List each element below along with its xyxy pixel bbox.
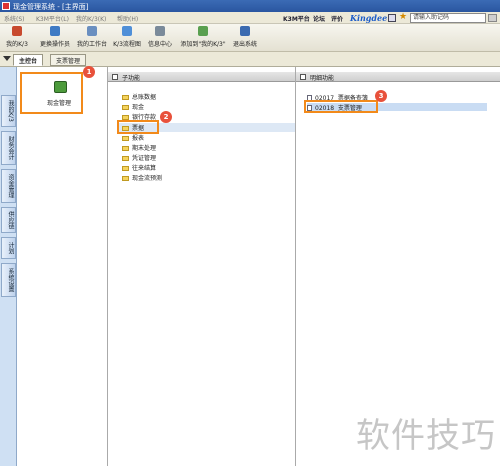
mnemonic-search-input[interactable]: 请输入助记码 — [410, 13, 486, 23]
list-item-label: 现金 — [132, 104, 145, 111]
list-item-label: 总账数据 — [132, 94, 157, 101]
my-k3-icon — [12, 26, 22, 36]
menu-help[interactable]: 帮助(H) — [117, 14, 138, 23]
expand-icon[interactable] — [300, 74, 306, 80]
search-go-button[interactable] — [488, 14, 497, 22]
step-badge-3: 3 — [375, 90, 387, 102]
tab-bar: 主控台 支票管理 — [0, 52, 500, 67]
flowchart-icon — [122, 26, 132, 36]
tab-check-management[interactable]: 支票管理 — [50, 54, 87, 66]
add-favorite-icon — [198, 26, 208, 36]
detail-function-title: 明细功能 — [310, 75, 335, 82]
list-item[interactable]: 期末处理 — [122, 143, 156, 152]
folder-icon — [122, 166, 129, 171]
switch-operator-button[interactable]: 更换操作员 — [38, 26, 72, 50]
list-item-label: 往来结算 — [132, 165, 157, 172]
menu-system[interactable]: 系统(S) — [4, 14, 25, 23]
exit-icon — [240, 26, 250, 36]
k3-flowchart-label: K/3流程图 — [113, 41, 141, 48]
list-item-label: 凭证管理 — [132, 155, 157, 162]
title-bar: 现金管理系统 - [主界面] — [0, 0, 500, 12]
exit-system-button[interactable]: 退出系统 — [231, 26, 259, 50]
module-panel: 现金管理 1 — [17, 66, 108, 466]
star-icon[interactable]: ★ — [399, 12, 407, 22]
menu-my-k3[interactable]: 我的K/3(K) — [76, 14, 106, 23]
tab-main-console-label: 主控台 — [19, 58, 38, 65]
sidebar-item-planning[interactable]: 计划 — [1, 237, 16, 259]
watermark-text: 软件技巧 — [356, 416, 496, 456]
highlight-box-module — [20, 72, 83, 114]
watermark: 软件技巧 — [350, 396, 500, 466]
folder-icon — [122, 95, 129, 100]
toolbar: 我的K/3 更换操作员 我的工作台 K/3流程图 信息中心 添加到"我的K/3"… — [0, 24, 500, 52]
forum-link[interactable]: 论坛 — [313, 14, 325, 23]
menu-k3m-platform[interactable]: K3M平台(L) — [36, 14, 69, 23]
k3m-platform-link[interactable]: K3M平台 — [283, 14, 310, 23]
switch-operator-label: 更换操作员 — [39, 41, 70, 48]
info-center-button[interactable]: 信息中心 — [146, 26, 174, 50]
window-title: 现金管理系统 - [主界面] — [13, 3, 89, 11]
folder-icon — [122, 146, 129, 151]
k3-flowchart-button[interactable]: K/3流程图 — [112, 26, 142, 50]
my-workbench-label: 我的工作台 — [76, 41, 107, 48]
workbench-icon — [87, 26, 97, 36]
sidebar-item-financial-accounting[interactable]: 财务会计 — [1, 131, 16, 165]
sidebar-item-my-k3[interactable]: 我的K/3 — [1, 95, 16, 127]
list-item[interactable]: 现金流预测 — [122, 173, 162, 182]
tab-check-management-label: 支票管理 — [56, 58, 81, 65]
list-item-label: 报表 — [132, 135, 145, 142]
exit-system-label: 退出系统 — [232, 41, 257, 48]
chevron-down-icon[interactable] — [3, 56, 11, 61]
sidebar-item-fund-management[interactable]: 资金管理 — [1, 169, 16, 203]
folder-icon — [122, 176, 129, 181]
info-center-icon — [155, 26, 165, 36]
review-link[interactable]: 评价 — [331, 14, 343, 23]
expand-icon[interactable] — [112, 74, 118, 80]
list-item[interactable]: 现金 — [122, 102, 144, 111]
step-badge-1: 1 — [83, 66, 95, 78]
folder-icon — [122, 156, 129, 161]
list-item[interactable]: 往来结算 — [122, 163, 156, 172]
folder-icon — [122, 105, 129, 110]
menu-bar: 系统(S) K3M平台(L) 我的K/3(K) 帮助(H) K3M平台 论坛 评… — [0, 12, 500, 24]
highlight-box-check-management — [304, 100, 378, 113]
tab-main-console[interactable]: 主控台 — [13, 54, 44, 66]
list-item[interactable]: 报表 — [122, 133, 144, 142]
my-k3-label: 我的K/3 — [6, 41, 28, 48]
sidebar-item-system-settings[interactable]: 系统设置 — [1, 263, 16, 297]
add-to-my-k3-label: 添加到"我的K/3" — [180, 41, 226, 48]
sub-function-title: 子功能 — [122, 75, 141, 82]
switch-user-icon — [50, 26, 60, 36]
sub-function-header: 子功能 — [108, 72, 295, 82]
list-item-label: 期末处理 — [132, 145, 157, 152]
list-item-label: 现金流预测 — [132, 175, 163, 182]
sub-function-panel: 子功能 总账数据 现金 银行存款 票据 报表 期末处理 凭证管理 往来结算 现金… — [108, 67, 296, 466]
sidebar-item-supply-chain[interactable]: 供应链 — [1, 207, 16, 233]
detail-function-header: 明细功能 — [296, 72, 500, 82]
my-k3-button[interactable]: 我的K/3 — [5, 26, 29, 50]
kingdee-logo: Kingdee — [350, 13, 388, 23]
list-item[interactable]: 总账数据 — [122, 92, 156, 101]
folder-icon — [122, 136, 129, 141]
calculator-icon[interactable] — [388, 14, 396, 22]
app-icon — [2, 2, 10, 10]
highlight-box-notes — [117, 120, 159, 134]
list-item[interactable]: 凭证管理 — [122, 153, 156, 162]
left-sidebar: 我的K/3 财务会计 资金管理 供应链 计划 系统设置 — [0, 67, 17, 466]
info-center-label: 信息中心 — [147, 41, 172, 48]
step-badge-2: 2 — [160, 111, 172, 123]
add-to-my-k3-button[interactable]: 添加到"我的K/3" — [178, 26, 228, 50]
my-workbench-button[interactable]: 我的工作台 — [76, 26, 108, 50]
